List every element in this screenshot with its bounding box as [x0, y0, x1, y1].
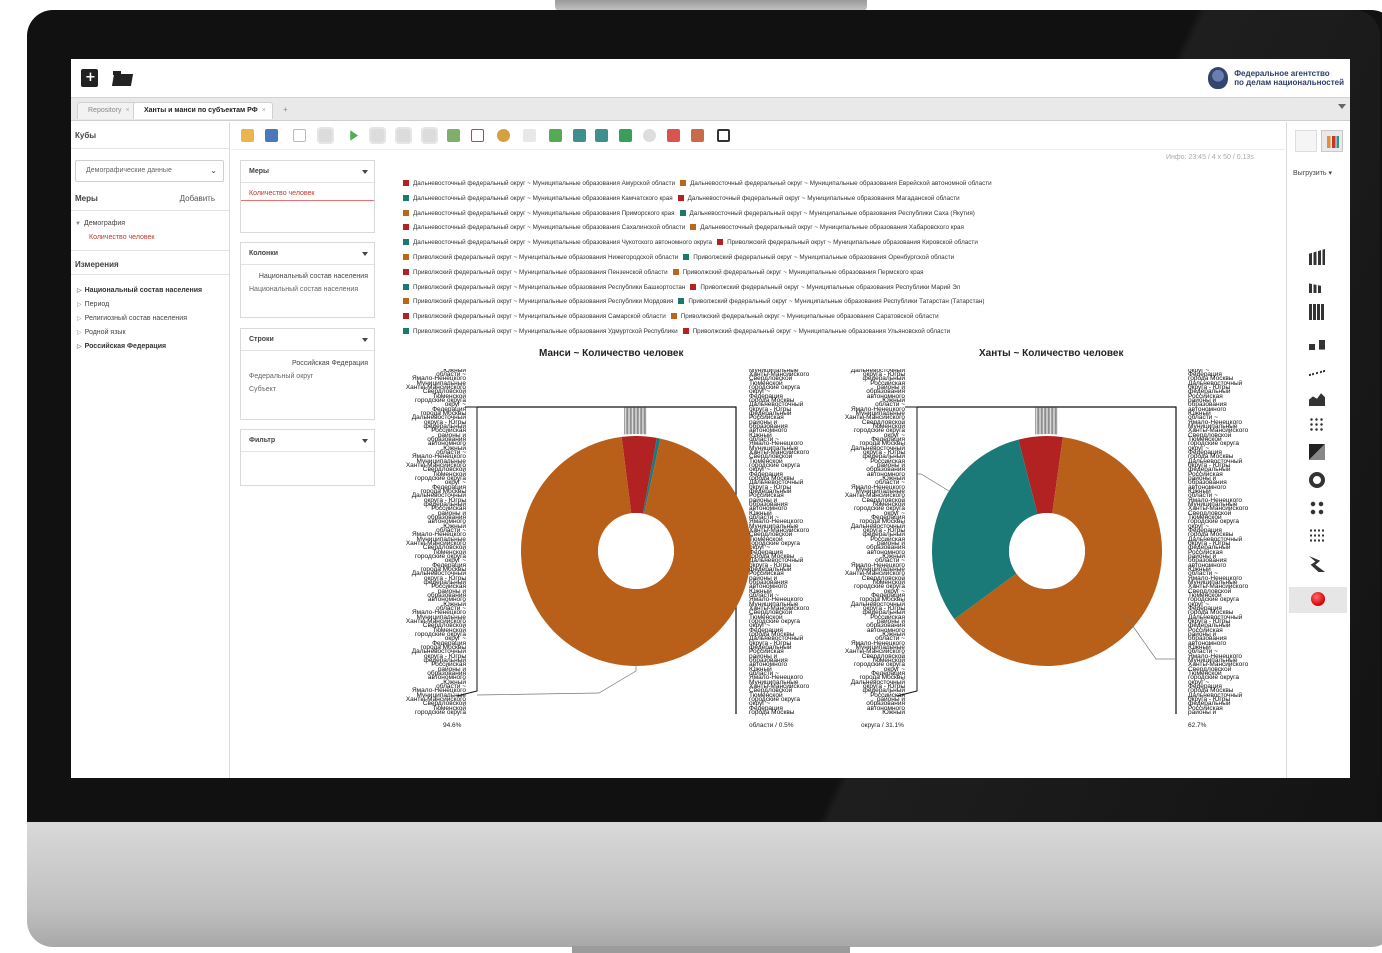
donut-charts — [456, 406, 1177, 714]
donut-hole — [598, 513, 674, 589]
export-dropdown[interactable]: Выгрузить ▾ — [1293, 169, 1332, 177]
monitor-stand-bottom — [572, 946, 850, 953]
funnel-icon[interactable] — [1309, 556, 1325, 572]
right-panel: Выгрузить ▾ — [1286, 122, 1350, 778]
dot-plot-icon[interactable] — [1309, 417, 1325, 433]
chart-view-tab[interactable] — [1321, 130, 1343, 152]
record-icon[interactable] — [1311, 592, 1325, 606]
chart-tab-icon — [1327, 136, 1339, 148]
line-chart-icon[interactable] — [1309, 363, 1325, 377]
bar-chart-icon[interactable] — [1309, 249, 1325, 265]
leader-line — [476, 665, 637, 696]
scatter-icon[interactable] — [1309, 528, 1325, 544]
table-view-tab[interactable] — [1295, 130, 1317, 152]
view-tabs — [1295, 130, 1345, 152]
export-label: Выгрузить — [1293, 170, 1327, 177]
caret-down-icon: ▾ — [1328, 170, 1333, 177]
grouped-bar-icon[interactable] — [1309, 334, 1325, 350]
stacked-bar-icon[interactable] — [1309, 304, 1325, 320]
bar-chart-small-icon[interactable] — [1309, 283, 1325, 293]
donut-hole — [1009, 513, 1085, 589]
leader-line — [456, 406, 478, 697]
leader-line — [896, 406, 918, 697]
multi-donut-icon[interactable] — [1309, 500, 1325, 516]
heatmap-icon[interactable] — [1309, 444, 1325, 460]
leader-line — [917, 473, 950, 492]
monitor-chin — [27, 822, 1382, 947]
area-chart-icon[interactable] — [1309, 393, 1325, 406]
donut-icon[interactable] — [1309, 472, 1325, 488]
app-screen: Федеральное агентство по делам националь… — [71, 59, 1350, 778]
